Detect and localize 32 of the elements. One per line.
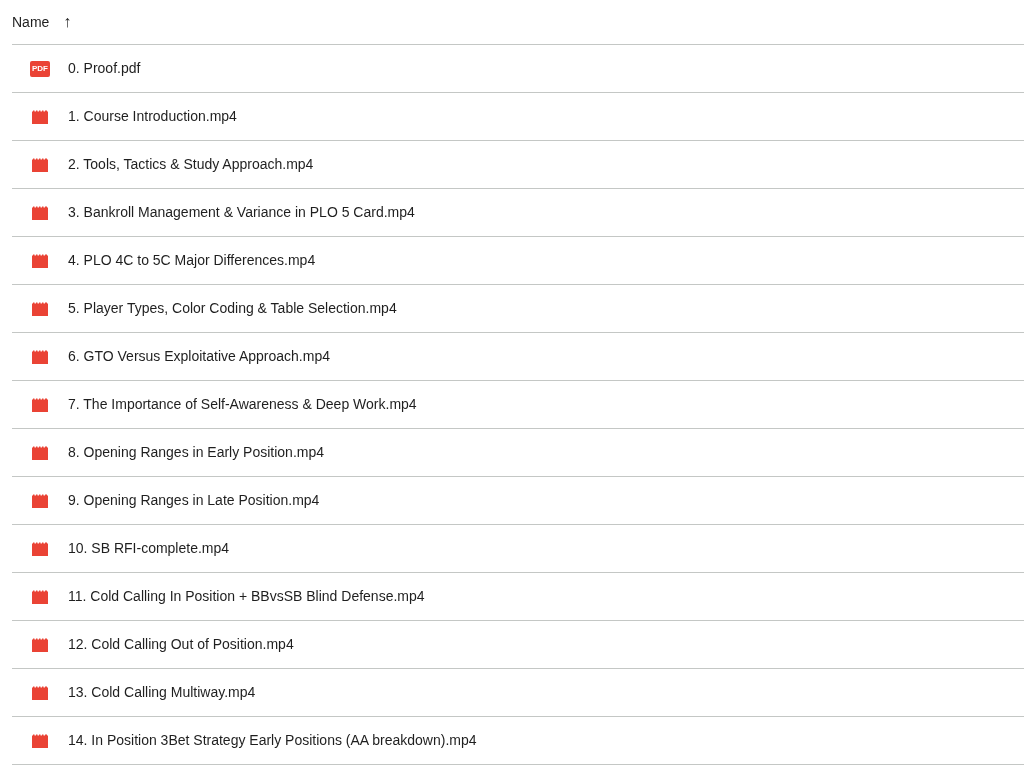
file-name[interactable]: 5. Player Types, Color Coding & Table Selection.mp4 — [68, 298, 397, 319]
file-name[interactable]: 13. Cold Calling Multiway.mp4 — [68, 682, 256, 703]
clapperboard-icon — [32, 637, 48, 652]
clapperboard-icon — [32, 541, 48, 556]
clapperboard-icon — [32, 157, 48, 172]
clapperboard-icon — [32, 109, 48, 124]
file-name[interactable]: 12. Cold Calling Out of Position.mp4 — [68, 634, 294, 655]
clapperboard-icon — [32, 589, 48, 604]
file-name[interactable]: 2. Tools, Tactics & Study Approach.mp4 — [68, 154, 314, 175]
file-name[interactable]: 7. The Importance of Self-Awareness & Deep Work.mp4 — [68, 394, 417, 415]
clapperboard-icon — [32, 205, 48, 220]
clapperboard-icon — [32, 253, 48, 268]
pdf-icon: PDF — [30, 60, 50, 77]
file-name[interactable]: 0. Proof.pdf — [68, 58, 141, 79]
clapperboard-icon — [32, 445, 48, 460]
column-header[interactable]: Name — [12, 11, 50, 33]
clapperboard-icon — [32, 685, 48, 700]
clapperboard-icon — [32, 397, 48, 412]
sort-arrow-icon[interactable]: ↑ — [63, 14, 72, 30]
file-name[interactable]: 10. SB RFI-complete.mp4 — [68, 538, 230, 559]
file-name[interactable]: 9. Opening Ranges in Late Position.mp4 — [68, 490, 320, 511]
file-name[interactable]: 6. GTO Versus Exploitative Approach.mp4 — [68, 346, 330, 367]
file-name[interactable]: 1. Course Introduction.mp4 — [68, 106, 237, 127]
file-name[interactable]: 14. In Position 3Bet Strategy Early Positions (AA breakdown).mp4 — [68, 730, 477, 751]
file-name[interactable]: 3. Bankroll Management & Variance in PLO 5 Card.mp4 — [68, 202, 415, 223]
file-name[interactable]: 4. PLO 4C to 5C Major Differences.mp4 — [68, 250, 316, 271]
clapperboard-icon — [32, 493, 48, 508]
clapperboard-icon — [32, 301, 48, 316]
clapperboard-icon — [32, 349, 48, 364]
file-name[interactable]: 11. Cold Calling In Position + BBvsSB Blind Defense.mp4 — [68, 586, 425, 607]
file-name[interactable]: 8. Opening Ranges in Early Position.mp4 — [68, 442, 325, 463]
clapperboard-icon — [32, 733, 48, 748]
